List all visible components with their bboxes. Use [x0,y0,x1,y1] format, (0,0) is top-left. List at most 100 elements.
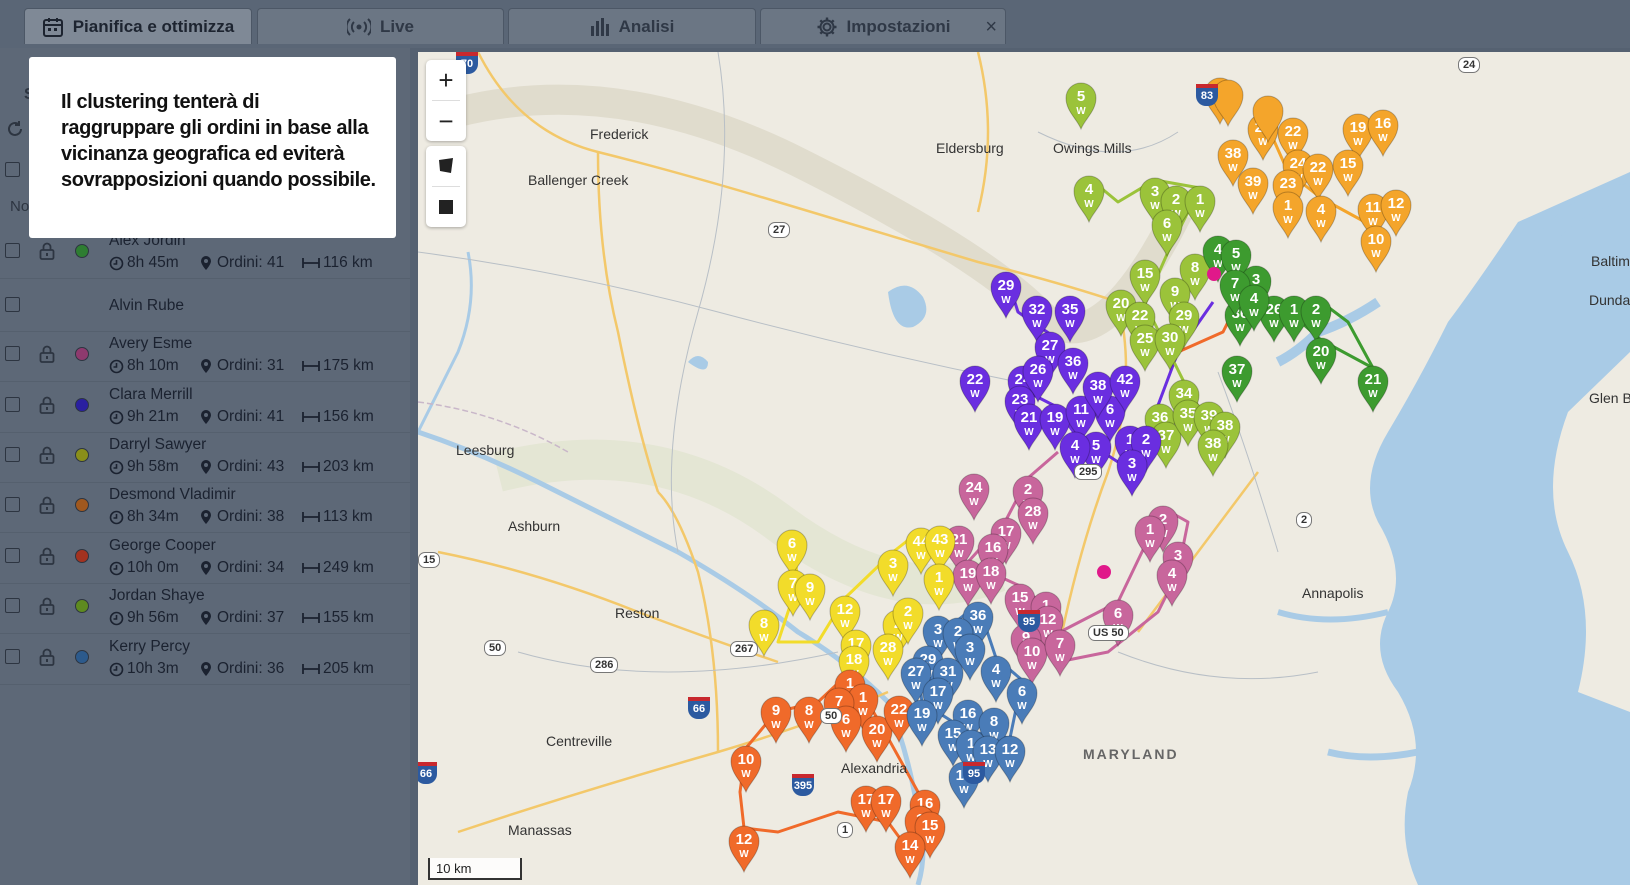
stop-marker[interactable]: 28W [1017,497,1049,546]
driver-row[interactable]: Desmond Vladimir 8h 34m Ordini: 38 113 km [0,480,410,533]
driver-checkbox[interactable] [5,346,20,361]
stop-marker[interactable]: 10W [730,745,762,794]
lock-icon[interactable] [39,547,55,570]
stop-marker[interactable]: 1W [1184,185,1216,234]
stop-marker[interactable]: 4W [1156,559,1188,608]
lock-icon[interactable] [39,242,55,265]
lock-icon[interactable] [39,496,55,519]
lock-icon[interactable] [39,396,55,419]
driver-row[interactable]: Clara Merrill 9h 21m Ordini: 41 156 km [0,380,410,433]
refresh-icon[interactable] [6,120,24,138]
depot-marker[interactable] [1207,267,1221,281]
distance-value: 203 km [323,458,374,475]
tab-label: Analisi [618,16,675,36]
driver-row[interactable]: Avery Esme 8h 10m Ordini: 31 175 km [0,329,410,382]
distance-stat: 175 km [302,357,374,375]
svg-text:W: W [1161,445,1171,456]
stop-marker[interactable]: 37W [1221,355,1253,404]
stop-marker[interactable]: 3W [877,549,909,598]
lock-icon[interactable] [39,648,55,671]
driver-checkbox[interactable] [5,447,20,462]
stop-marker[interactable]: 4W [1073,175,1105,224]
lock-icon[interactable] [39,446,55,469]
tab-plan[interactable]: Pianifica e ottimizza [24,8,252,44]
stop-marker[interactable]: 9W [794,573,826,622]
driver-checkbox[interactable] [5,243,20,258]
stop-marker[interactable]: 21W [1357,365,1389,414]
svg-text:6: 6 [788,535,796,552]
stop-marker[interactable]: 6W [1151,209,1183,258]
tab-live[interactable]: Live [257,8,504,44]
tab-settings[interactable]: Impostazioni × [760,8,1006,44]
driver-row[interactable]: Alvin Rube [0,279,410,332]
polygon-tool-button[interactable] [426,146,466,186]
stop-marker[interactable]: 38W [1197,429,1229,478]
stop-marker[interactable]: 9W [760,696,792,745]
driver-checkbox[interactable] [5,497,20,512]
svg-text:25: 25 [1137,330,1154,347]
stop-marker[interactable]: 6W [776,529,808,578]
stop-marker[interactable]: 30W [1154,323,1186,372]
stop-marker[interactable]: 25W [1129,324,1161,373]
stop-marker[interactable]: 20W [1305,337,1337,386]
clock-icon [109,611,124,626]
svg-text:W: W [1313,177,1323,188]
driver-row[interactable]: George Cooper 10h 0m Ordini: 34 249 km [0,531,410,584]
stop-marker[interactable]: 1W [1272,191,1304,240]
depot-marker[interactable] [1097,565,1111,579]
stop-marker[interactable]: 4W [1305,195,1337,244]
stop-marker[interactable]: 24W [958,473,990,522]
svg-text:1: 1 [935,569,943,586]
driver-checkbox[interactable] [5,598,20,613]
driver-color-dot [75,244,89,258]
svg-text:1: 1 [1196,191,1204,208]
stop-marker[interactable]: 16W [1367,109,1399,158]
close-icon[interactable]: × [985,16,997,39]
driver-checkbox[interactable] [5,548,20,563]
stop-marker[interactable]: 28W [872,633,904,682]
stop-marker[interactable]: 12W [728,825,760,874]
stop-marker[interactable]: 3W [1116,449,1148,498]
lock-icon[interactable] [39,345,55,368]
stop-marker[interactable]: 8W [793,696,825,745]
stop-marker[interactable]: 14W [894,831,926,880]
driver-checkbox[interactable] [5,297,20,312]
driver-checkbox[interactable] [5,649,20,664]
svg-text:W: W [1208,453,1218,464]
stop-marker[interactable]: 22W [959,365,991,414]
zoom-in-button[interactable]: + [426,60,466,100]
stop-marker[interactable]: 18W [975,557,1007,606]
stop-marker[interactable]: 2W [1300,295,1332,344]
stop-marker[interactable]: 6W [1006,677,1038,726]
driver-row[interactable]: Kerry Percy 10h 3m Ordini: 36 205 km [0,632,410,685]
driver-color-dot [75,599,89,613]
driver-row[interactable]: Darryl Sawyer 9h 58m Ordini: 43 203 km [0,430,410,483]
stop-marker[interactable]: 39W [1237,167,1269,216]
route-map[interactable]: 35W29W22W19W16W38W24W22W15W39W23W1W4W11W… [418,52,1630,885]
stop-marker[interactable]: 12W [994,735,1026,784]
driver-row[interactable]: Jordan Shaye 9h 56m Ordini: 37 155 km [0,581,410,634]
stop-marker[interactable]: 5W [1065,82,1097,131]
stop-marker[interactable]: 4W [980,655,1012,704]
driver-checkbox[interactable] [5,397,20,412]
stop-marker[interactable]: 22W [1302,153,1334,202]
stop-marker[interactable]: 10W [1360,225,1392,274]
stop-marker[interactable]: 21W [1013,403,1045,452]
lock-icon[interactable] [39,597,55,620]
zoom-out-button[interactable]: − [426,101,466,141]
select-all-checkbox[interactable] [5,162,20,177]
stop-marker[interactable]: 15W [1332,149,1364,198]
stop-marker[interactable]: 1W [923,563,955,612]
driver-name: Darryl Sawyer [109,436,207,453]
rectangle-tool-button[interactable] [426,187,466,227]
stop-marker[interactable]: 10W [1016,637,1048,686]
tab-analysis[interactable]: Analisi [508,8,756,44]
svg-text:22: 22 [967,371,984,388]
svg-text:W: W [1055,653,1065,664]
pin-icon [200,358,212,374]
svg-text:8: 8 [805,702,813,719]
stop-marker[interactable]: 7W [1044,629,1076,678]
place-label: Owings Mills [1053,140,1132,156]
stop-marker[interactable]: 17W [870,785,902,834]
stop-marker[interactable]: 19W [906,699,938,748]
